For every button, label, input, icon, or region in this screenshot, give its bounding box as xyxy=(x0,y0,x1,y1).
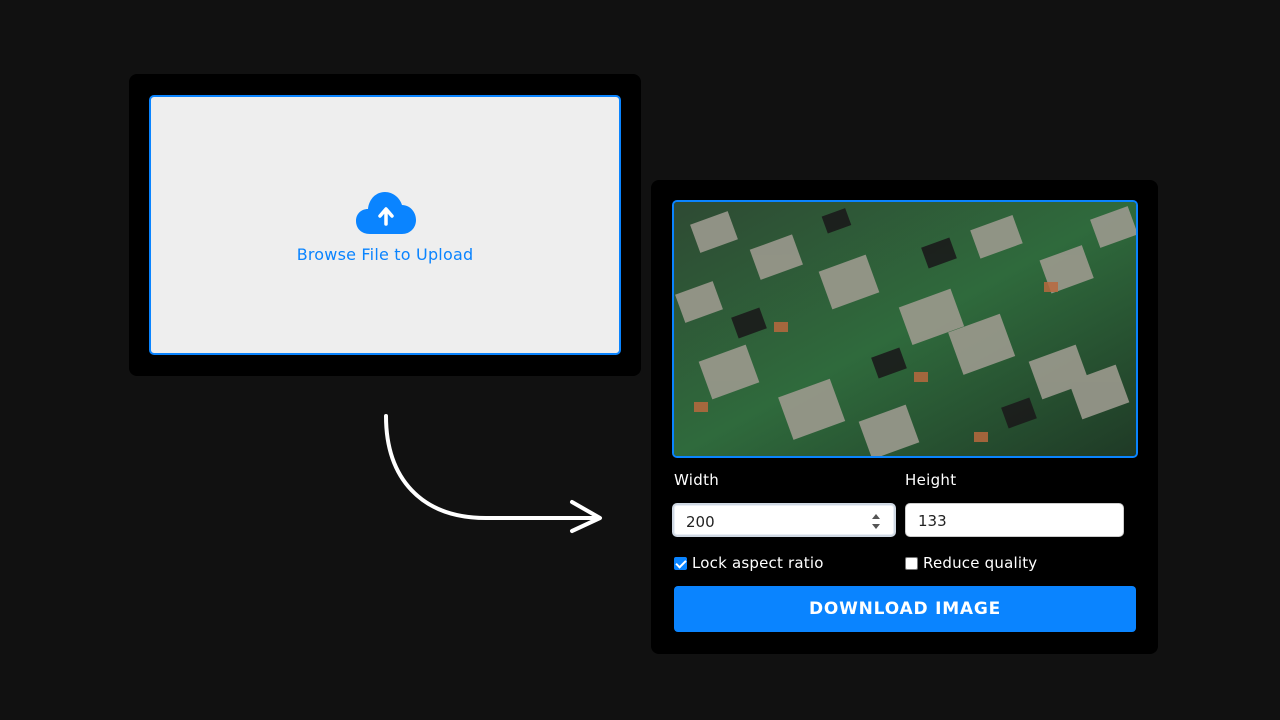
upload-label: Browse File to Upload xyxy=(296,245,474,264)
resize-panel: Width Height 200 133 Lock aspect ratio R… xyxy=(651,180,1158,654)
upload-panel: Browse File to Upload xyxy=(129,74,641,376)
cloud-upload-icon xyxy=(356,192,416,234)
reduce-quality-checkbox[interactable] xyxy=(905,556,918,570)
app-stage: Browse File to Upload Width Height 200 1… xyxy=(0,0,1280,720)
preview-image xyxy=(674,202,1136,456)
width-input[interactable]: 200 xyxy=(672,503,896,537)
stepper-up-icon[interactable] xyxy=(872,514,880,519)
height-value: 133 xyxy=(918,512,947,530)
lock-aspect-checkbox[interactable] xyxy=(674,556,687,570)
width-stepper[interactable] xyxy=(870,510,882,532)
height-label: Height xyxy=(905,471,957,489)
width-label: Width xyxy=(674,471,720,489)
reduce-quality-option[interactable]: Reduce quality xyxy=(905,554,1037,572)
reduce-quality-label: Reduce quality xyxy=(923,554,1038,572)
upload-dropzone[interactable]: Browse File to Upload xyxy=(149,95,621,355)
lock-aspect-option[interactable]: Lock aspect ratio xyxy=(674,554,824,572)
width-value: 200 xyxy=(686,513,715,531)
height-input[interactable]: 133 xyxy=(905,503,1124,537)
lock-aspect-label: Lock aspect ratio xyxy=(692,554,824,572)
stepper-down-icon[interactable] xyxy=(872,524,880,529)
curved-arrow-icon xyxy=(384,414,602,533)
download-button[interactable]: DOWNLOAD IMAGE xyxy=(674,586,1136,632)
image-preview xyxy=(672,200,1138,458)
